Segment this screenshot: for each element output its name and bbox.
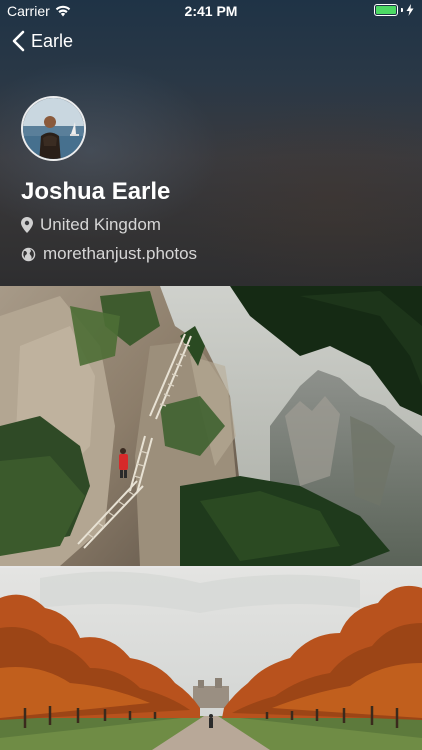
- chevron-left-icon: [12, 30, 25, 52]
- battery-indicator: [374, 4, 414, 16]
- location-label: United Kingdom: [40, 215, 161, 234]
- photo-card[interactable]: [0, 568, 422, 750]
- battery-cap: [401, 8, 403, 12]
- status-bar: Carrier 2:41 PM: [0, 0, 422, 22]
- photo-mountain-staircase: [0, 286, 422, 566]
- website-link[interactable]: morethanjust.photos: [21, 244, 197, 264]
- battery-fill: [376, 6, 396, 14]
- profile-name: Joshua Earle: [21, 178, 171, 205]
- back-button[interactable]: Earle: [12, 30, 73, 52]
- charging-bolt-icon: [406, 4, 414, 16]
- location-pin-icon: [21, 217, 33, 233]
- website-label: morethanjust.photos: [43, 244, 198, 263]
- photo-card[interactable]: [0, 286, 422, 566]
- location-row: United Kingdom: [21, 215, 161, 235]
- back-label: Earle: [31, 30, 74, 51]
- globe-icon: [21, 247, 36, 261]
- status-time: 2:41 PM: [184, 3, 238, 19]
- photo-autumn-avenue: [0, 568, 422, 750]
- avatar: [21, 96, 86, 161]
- battery-icon: [374, 4, 398, 16]
